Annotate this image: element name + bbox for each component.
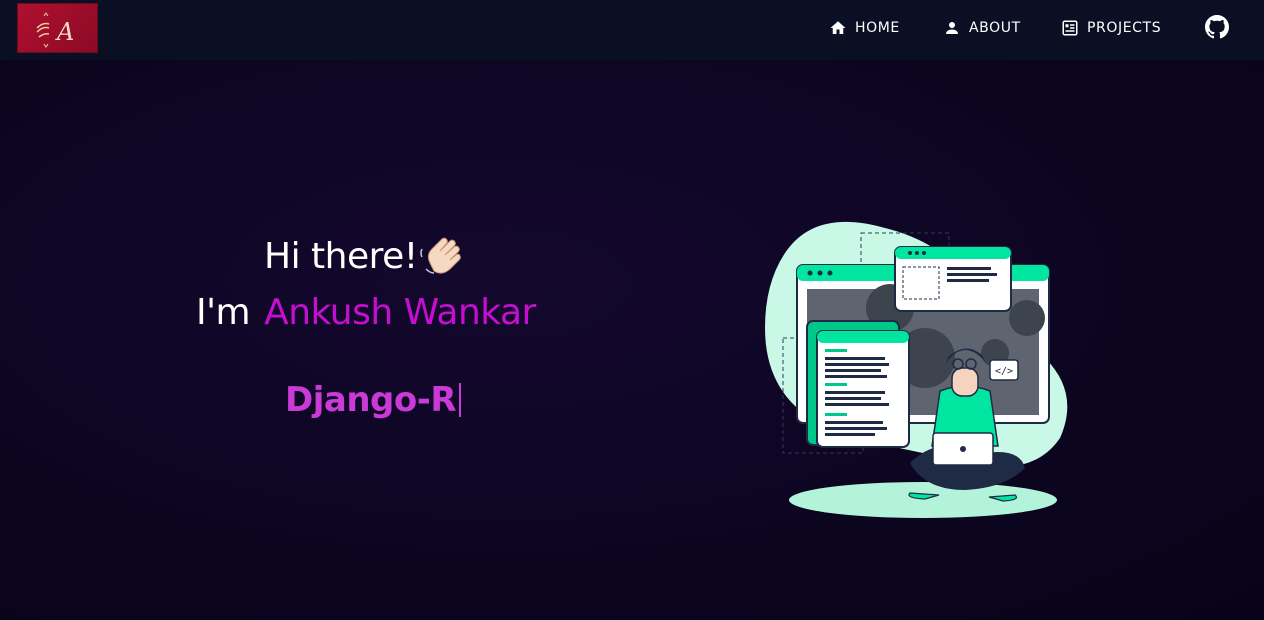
nav-about-label: ABOUT xyxy=(969,20,1021,36)
nav-projects-label: PROJECTS xyxy=(1087,20,1162,36)
typing-cursor xyxy=(459,383,462,417)
author-name: Ankush Wankar xyxy=(264,292,536,333)
person-icon xyxy=(946,22,958,34)
nav-projects-link[interactable]: PROJECTS xyxy=(1061,17,1161,39)
projects-icon xyxy=(1062,20,1078,36)
site-logo[interactable]: A xyxy=(17,3,98,53)
logo-emblem-icon: A xyxy=(36,12,74,48)
svg-text:</>: </> xyxy=(995,366,1013,377)
home-icon xyxy=(830,21,846,34)
nav-home-label: HOME xyxy=(855,20,900,36)
github-icon xyxy=(1205,15,1229,39)
nav-home-link[interactable]: HOME xyxy=(829,17,900,39)
navbar: A HOME ABOUT PROJECTS xyxy=(0,0,1264,60)
typewriter-text: Django-R xyxy=(285,380,462,420)
intro-prefix: I'm xyxy=(196,292,251,333)
typed-role: Django-R xyxy=(285,380,457,420)
greeting-text: Hi there! xyxy=(264,236,418,277)
intro-line: I'm Ankush Wankar xyxy=(196,292,536,333)
nav-about-link[interactable]: ABOUT xyxy=(943,17,1021,39)
logo-letter: A xyxy=(55,18,74,46)
developer-illustration: </> xyxy=(765,221,1068,518)
github-link[interactable] xyxy=(1205,15,1229,39)
waving-hand-icon xyxy=(420,237,461,274)
